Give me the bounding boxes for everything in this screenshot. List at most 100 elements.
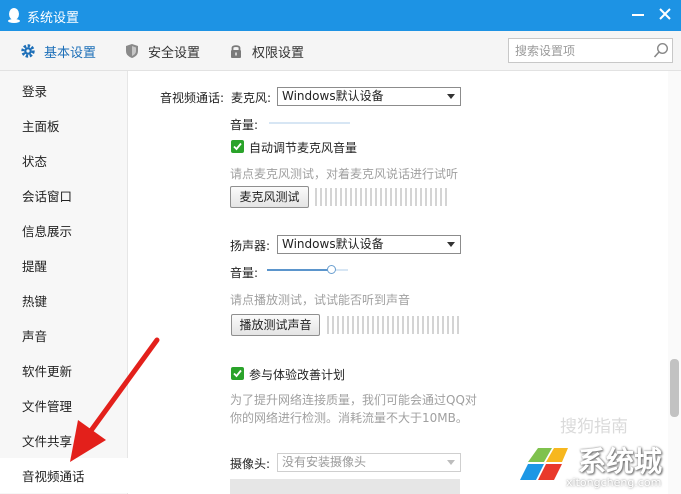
gear-icon bbox=[21, 44, 35, 58]
sidebar-item-file-management[interactable]: 文件管理 bbox=[0, 388, 128, 423]
sidebar-item-software-update[interactable]: 软件更新 bbox=[0, 353, 128, 388]
meter-segment bbox=[382, 316, 384, 334]
meter-segment bbox=[340, 188, 342, 206]
meter-segment bbox=[367, 316, 369, 334]
experience-desc-line2: 你的网络进行检测。消耗流量不大于10MB。 bbox=[230, 411, 468, 425]
content-scrollbar[interactable] bbox=[668, 71, 681, 494]
sidebar-item-file-sharing[interactable]: 文件共享 bbox=[0, 423, 128, 458]
mic-volume-label: 音量: bbox=[230, 118, 259, 132]
mic-device-select[interactable]: Windows默认设备 bbox=[277, 87, 461, 106]
meter-segment bbox=[330, 188, 332, 206]
chevron-down-icon bbox=[447, 242, 455, 247]
close-icon[interactable] bbox=[656, 5, 674, 23]
chevron-down-icon bbox=[447, 94, 455, 99]
mic-level-meter bbox=[315, 188, 447, 206]
sidebar-item-hotkeys[interactable]: 热键 bbox=[0, 283, 128, 318]
settings-tabbar: 基本设置 安全设置 权限设置 bbox=[0, 31, 681, 71]
meter-segment bbox=[357, 316, 359, 334]
meter-segment bbox=[435, 188, 437, 206]
checkmark-icon bbox=[233, 142, 242, 151]
sidebar-item-av-call[interactable]: 音视频通话 bbox=[0, 458, 128, 493]
meter-segment bbox=[372, 316, 374, 334]
meter-segment bbox=[452, 316, 454, 334]
meter-segment bbox=[352, 316, 354, 334]
meter-segment bbox=[315, 188, 317, 206]
meter-segment bbox=[430, 188, 432, 206]
meter-segment bbox=[397, 316, 399, 334]
search-input[interactable] bbox=[515, 42, 645, 59]
meter-segment bbox=[335, 188, 337, 206]
meter-segment bbox=[412, 316, 414, 334]
av-settings-panel: 音视频通话: 麦克风: Windows默认设备 音量: 自动调节麦克风音量 请点… bbox=[129, 71, 668, 494]
meter-segment bbox=[362, 316, 364, 334]
speaker-device-select[interactable]: Windows默认设备 bbox=[277, 235, 461, 254]
sidebar-item-info-display[interactable]: 信息展示 bbox=[0, 213, 128, 248]
meter-segment bbox=[405, 188, 407, 206]
minimize-icon[interactable] bbox=[630, 5, 646, 23]
speaker-label: 扬声器: bbox=[230, 239, 271, 253]
meter-segment bbox=[347, 316, 349, 334]
sidebar-item-login[interactable]: 登录 bbox=[0, 73, 128, 108]
meter-segment bbox=[370, 188, 372, 206]
meter-segment bbox=[387, 316, 389, 334]
speaker-volume-fill bbox=[267, 269, 332, 271]
meter-segment bbox=[410, 188, 412, 206]
tab-permission-settings[interactable]: 权限设置 bbox=[228, 40, 304, 62]
sidebar-item-main-panel[interactable]: 主面板 bbox=[0, 108, 128, 143]
sidebar-item-status[interactable]: 状态 bbox=[0, 143, 128, 178]
experience-plan-checkbox[interactable] bbox=[231, 367, 244, 380]
meter-segment bbox=[385, 188, 387, 206]
speaker-test-hint: 请点播放测试，试试能否听到声音 bbox=[230, 293, 411, 307]
meter-segment bbox=[420, 188, 422, 206]
meter-segment bbox=[332, 316, 334, 334]
experience-plan-label: 参与体验改善计划 bbox=[249, 368, 346, 382]
camera-device-select[interactable]: 没有安装摄像头 bbox=[277, 453, 461, 472]
speaker-device-value: Windows默认设备 bbox=[282, 237, 384, 251]
av-section-label: 音视频通话: bbox=[160, 91, 225, 105]
speaker-level-meter bbox=[327, 316, 459, 334]
speaker-volume-track[interactable] bbox=[267, 269, 348, 271]
meter-segment bbox=[380, 188, 382, 206]
meter-segment bbox=[422, 316, 424, 334]
mic-auto-adjust-checkbox[interactable] bbox=[231, 140, 244, 153]
tab-label: 基本设置 bbox=[44, 45, 97, 61]
tab-security-settings[interactable]: 安全设置 bbox=[124, 40, 200, 62]
mic-auto-adjust-label: 自动调节麦克风音量 bbox=[249, 141, 358, 155]
meter-segment bbox=[407, 316, 409, 334]
meter-segment bbox=[440, 188, 442, 206]
meter-segment bbox=[400, 188, 402, 206]
tab-basic-settings[interactable]: 基本设置 bbox=[20, 40, 96, 62]
meter-segment bbox=[445, 188, 447, 206]
meter-segment bbox=[337, 316, 339, 334]
meter-segment bbox=[365, 188, 367, 206]
tab-label: 权限设置 bbox=[252, 45, 305, 61]
sidebar-item-sound[interactable]: 声音 bbox=[0, 318, 128, 353]
tab-label: 安全设置 bbox=[148, 45, 201, 61]
meter-segment bbox=[350, 188, 352, 206]
meter-segment bbox=[415, 188, 417, 206]
speaker-volume-label: 音量: bbox=[230, 266, 259, 280]
search-icon[interactable] bbox=[653, 42, 669, 59]
experience-desc-line1: 为了提升网络连接质量，我们可能会通过QQ对 bbox=[230, 393, 477, 407]
sidebar-item-chat-window[interactable]: 会话窗口 bbox=[0, 178, 128, 213]
camera-label: 摄像头: bbox=[230, 457, 271, 471]
mic-test-hint: 请点麦克风测试，对着麦克风说话进行试听 bbox=[230, 167, 459, 181]
meter-segment bbox=[345, 188, 347, 206]
meter-segment bbox=[442, 316, 444, 334]
mic-test-button[interactable]: 麦克风测试 bbox=[230, 186, 309, 208]
meter-segment bbox=[457, 316, 459, 334]
lock-icon bbox=[231, 45, 241, 58]
settings-sidebar: 登录 主面板 状态 会话窗口 信息展示 提醒 热键 声音 软件更新 文件管理 文… bbox=[0, 71, 128, 494]
title-bar: 系统设置 bbox=[0, 0, 681, 31]
speaker-test-button[interactable]: 播放测试声音 bbox=[231, 314, 320, 336]
sidebar-item-reminder[interactable]: 提醒 bbox=[0, 248, 128, 283]
camera-device-value: 没有安装摄像头 bbox=[282, 455, 367, 469]
meter-segment bbox=[417, 316, 419, 334]
search-box[interactable] bbox=[508, 38, 673, 63]
scrollbar-thumb[interactable] bbox=[670, 359, 679, 417]
checkmark-icon bbox=[233, 369, 242, 378]
meter-segment bbox=[325, 188, 327, 206]
meter-segment bbox=[355, 188, 357, 206]
mic-volume-slider[interactable] bbox=[269, 122, 350, 124]
speaker-volume-thumb[interactable] bbox=[326, 265, 336, 274]
